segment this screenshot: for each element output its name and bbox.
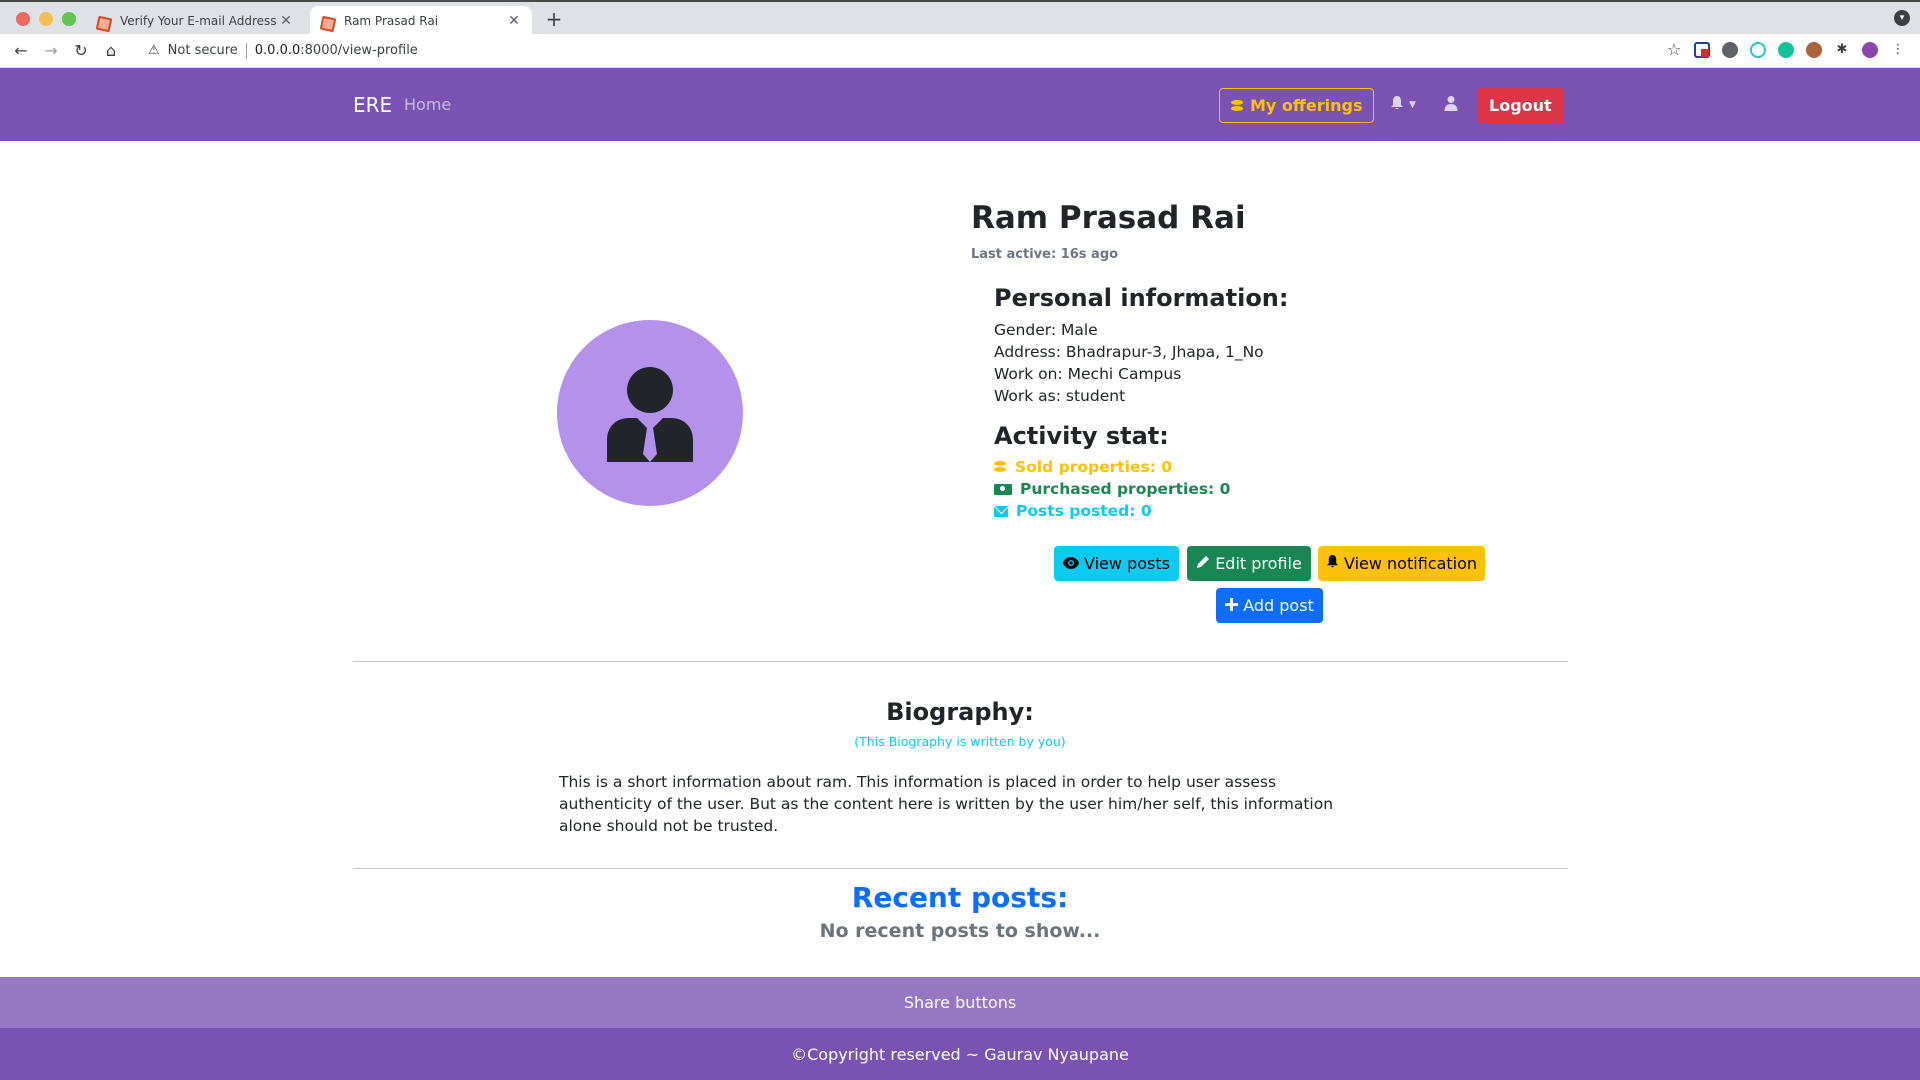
my-offerings-button[interactable]: My offerings	[1219, 88, 1375, 123]
my-offerings-label: My offerings	[1250, 96, 1363, 115]
chevron-down-icon: ▼	[1409, 100, 1416, 110]
extension-icon[interactable]	[1694, 42, 1710, 58]
activity-stat-heading: Activity stat:	[994, 422, 1169, 450]
pencil-icon	[1196, 554, 1210, 573]
coins-icon	[1231, 99, 1244, 112]
close-tab-icon[interactable]: ✕	[278, 13, 294, 29]
close-tab-icon[interactable]: ✕	[506, 13, 522, 29]
site-favicon-icon	[96, 14, 110, 28]
recent-posts-heading: Recent posts:	[851, 881, 1069, 914]
warning-icon[interactable]: ⚠	[148, 43, 160, 58]
biography-text: This is a short information about ram. T…	[559, 773, 1334, 835]
view-posts-label: View posts	[1084, 554, 1170, 573]
user-tie-icon	[607, 367, 693, 462]
cookie-extension-icon[interactable]	[1806, 42, 1822, 58]
minimize-window-button[interactable]	[39, 12, 53, 26]
address-bar: ← → ↻ ⌂ ⚠ Not secure 0.0.0.0:8000/view-p…	[0, 34, 1920, 68]
view-notification-label: View notification	[1343, 554, 1478, 573]
logout-button[interactable]: Logout	[1477, 88, 1564, 123]
reader-extension-icon[interactable]	[1722, 42, 1738, 58]
home-icon[interactable]: ⌂	[96, 41, 126, 60]
money-bill-icon	[994, 483, 1012, 495]
reload-icon[interactable]: ↻	[66, 41, 96, 60]
bookmark-star-icon[interactable]: ☆	[1666, 42, 1682, 58]
add-post-button[interactable]: Add post	[1216, 588, 1323, 623]
gender-text: Gender: Male	[994, 321, 1098, 339]
address-text: Address: Bhadrapur-3, Jhapa, 1_No	[994, 343, 1264, 361]
add-post-label: Add post	[1243, 596, 1314, 615]
divider	[245, 42, 247, 59]
purchased-properties-stat: Purchased properties: 0	[994, 480, 1230, 498]
site-navbar: ERE Home My offerings ▼ Logout	[0, 68, 1920, 141]
edit-profile-label: Edit profile	[1215, 554, 1302, 573]
personal-info-heading: Personal information:	[994, 284, 1289, 312]
work-as-text: Work as: student	[994, 387, 1126, 405]
section-divider	[353, 868, 1568, 869]
posts-posted-stat: Posts posted: 0	[994, 502, 1152, 520]
extension-icon[interactable]	[1750, 42, 1766, 58]
browser-tab-bar: Verify Your E-mail Address ✕ Ram Prasad …	[0, 0, 1920, 36]
view-notification-button[interactable]: View notification	[1318, 546, 1485, 581]
view-posts-button[interactable]: View posts	[1054, 546, 1179, 581]
web-page: ERE Home My offerings ▼ Logout Ram Prasa…	[0, 68, 1920, 1080]
no-posts-message: No recent posts to show...	[819, 920, 1101, 942]
share-buttons-bar: Share buttons	[0, 977, 1920, 1028]
tab-title: Verify Your E-mail Address	[120, 14, 277, 28]
bell-icon	[1390, 95, 1404, 115]
notifications-dropdown[interactable]: ▼	[1390, 95, 1416, 115]
sold-properties-stat: Sold properties: 0	[994, 458, 1172, 476]
profile-avatar-icon[interactable]	[1862, 42, 1878, 58]
site-favicon-icon	[320, 14, 334, 28]
close-window-button[interactable]	[16, 12, 30, 26]
maximize-window-button[interactable]	[62, 12, 76, 26]
grammar-extension-icon[interactable]	[1778, 42, 1794, 58]
extension-area: ☆ ✱ ⋮	[1666, 42, 1906, 58]
puzzle-extensions-icon[interactable]: ✱	[1834, 42, 1850, 58]
brand-link[interactable]: ERE	[353, 93, 392, 117]
back-icon[interactable]: ←	[6, 41, 36, 60]
url-path: :8000/view-profile	[300, 43, 418, 58]
security-status[interactable]: Not secure	[168, 43, 238, 58]
biography-subtitle: (This Biography is written by you)	[854, 734, 1066, 749]
sold-properties-label: Sold properties: 0	[1015, 458, 1173, 476]
user-profile-icon[interactable]	[1444, 95, 1458, 115]
tab-search-icon[interactable]: ▾	[1894, 10, 1910, 26]
edit-profile-button[interactable]: Edit profile	[1187, 546, 1311, 581]
posts-posted-label: Posts posted: 0	[1016, 502, 1152, 520]
browser-tab-verify-email[interactable]: Verify Your E-mail Address ✕	[86, 6, 304, 36]
home-link[interactable]: Home	[404, 95, 451, 114]
work-on-text: Work on: Mechi Campus	[994, 365, 1182, 383]
purchased-properties-label: Purchased properties: 0	[1020, 480, 1231, 498]
coins-icon	[994, 461, 1007, 473]
copyright-footer: ©Copyright reserved ~ Gaurav Nyaupane	[0, 1028, 1920, 1080]
section-divider	[353, 661, 1568, 662]
forward-icon[interactable]: →	[36, 41, 66, 60]
new-tab-icon[interactable]: +	[544, 7, 564, 31]
biography-heading: Biography:	[886, 698, 1034, 726]
envelope-icon	[994, 505, 1008, 517]
profile-avatar	[557, 320, 743, 506]
last-active-text: Last active: 16s ago	[971, 247, 1119, 262]
browser-tab-profile[interactable]: Ram Prasad Rai ✕	[310, 6, 532, 36]
plus-icon	[1225, 596, 1239, 615]
bell-icon	[1326, 554, 1339, 573]
more-menu-icon[interactable]: ⋮	[1890, 42, 1906, 58]
url-field[interactable]: 0.0.0.0:8000/view-profile	[255, 43, 418, 58]
url-host: 0.0.0.0	[254, 43, 301, 58]
tab-title: Ram Prasad Rai	[344, 14, 439, 28]
profile-name: Ram Prasad Rai	[971, 200, 1246, 236]
eye-icon	[1063, 554, 1080, 573]
